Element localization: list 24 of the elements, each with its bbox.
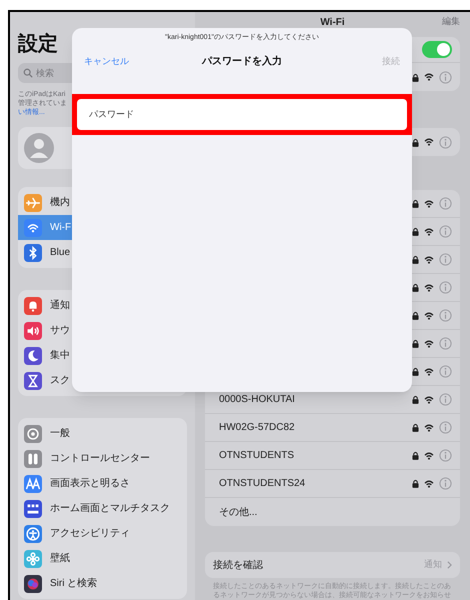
item-label: 一般: [50, 427, 70, 441]
item-label: 集中: [50, 348, 70, 363]
row-label: 接続を確認: [213, 558, 263, 572]
network-name: その他...: [219, 506, 258, 520]
network-name: OTNSTUDENTS: [219, 449, 294, 463]
row-value: 通知: [424, 558, 442, 572]
connect-button: 接続: [382, 54, 400, 68]
item-label: ホーム画面とマルチタスク: [50, 502, 170, 516]
item-label: コントロールセンター: [50, 452, 150, 466]
network-name: 0000S-HOKUTAI: [219, 393, 295, 407]
item-label: 画面表示と明るさ: [50, 476, 130, 491]
item-label: 機内: [50, 196, 70, 210]
page-title: Wi-Fi: [320, 16, 345, 30]
item-label: 通知: [50, 298, 70, 313]
item-label: Blue: [50, 246, 70, 260]
item-label: スク: [50, 374, 70, 388]
network-name: HW02G-57DC82: [219, 421, 295, 435]
item-label: Wi-F: [50, 221, 72, 235]
item-label: 壁紙: [50, 552, 70, 566]
dialog-title: パスワードを入力: [202, 54, 282, 69]
item-label: アクセシビリティ: [50, 527, 130, 541]
item-label: サウ: [50, 324, 70, 338]
network-name: OTNSTUDENTS24: [219, 477, 306, 491]
item-label: Siri と検索: [50, 576, 98, 591]
